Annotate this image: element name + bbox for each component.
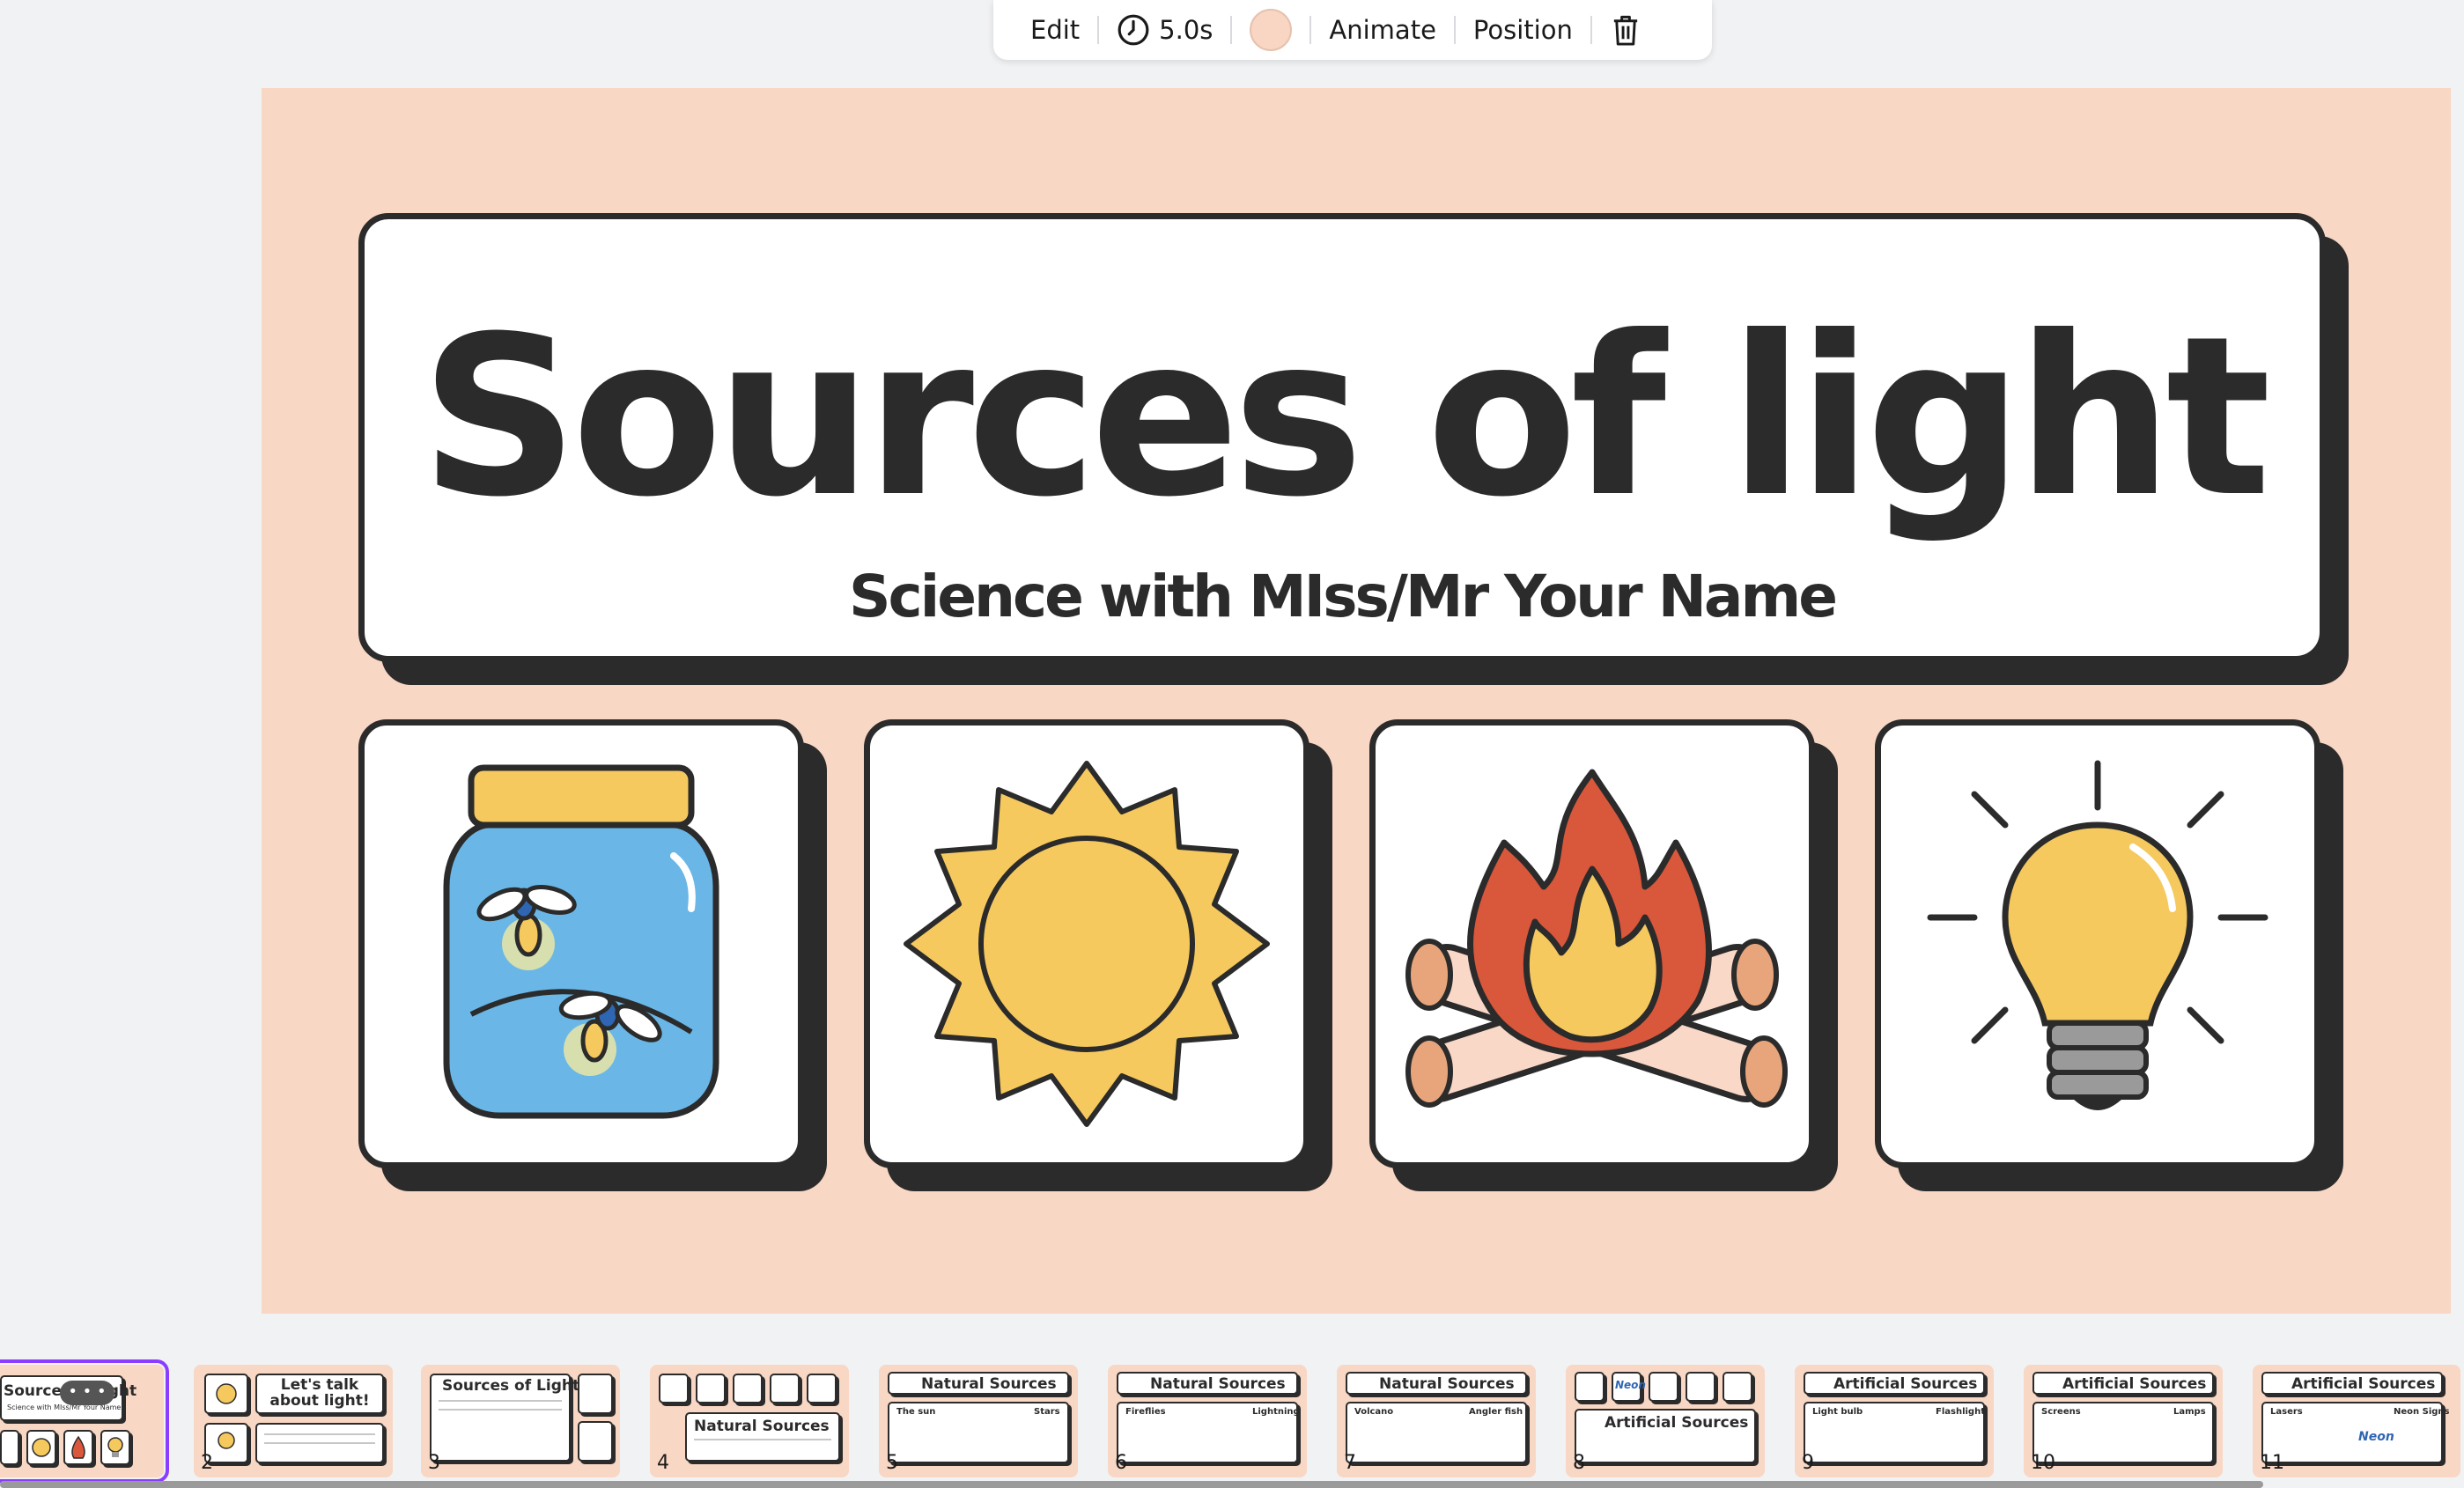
thumb-number: 6 bbox=[1115, 1452, 1127, 1474]
thumb-number: 9 bbox=[1802, 1452, 1814, 1474]
thumb-title: Let's talk about light! bbox=[269, 1376, 370, 1410]
thumb-neon-label: Neon bbox=[2358, 1430, 2394, 1444]
light-bulb-card[interactable] bbox=[1875, 719, 2320, 1168]
campfire-icon bbox=[1405, 769, 1788, 1108]
slide-thumbnail-9[interactable]: Artificial Sources Light bulb Flashlight… bbox=[1795, 1365, 1994, 1477]
thumb-title: Sources of Light bbox=[442, 1377, 580, 1395]
more-options-badge[interactable]: • • • bbox=[60, 1381, 114, 1405]
thumb-title: Natural Sources bbox=[921, 1375, 1057, 1393]
light-bulb-icon bbox=[1927, 760, 2269, 1110]
firefly-jar-icon bbox=[443, 764, 719, 1119]
thumb-title: Artificial Sources bbox=[1605, 1414, 1749, 1432]
background-color-button[interactable] bbox=[1232, 0, 1309, 60]
duration-button[interactable]: 5.0s bbox=[1099, 0, 1230, 60]
slide-title[interactable]: Sources of light bbox=[365, 307, 2320, 527]
sun-icon bbox=[32, 1438, 51, 1457]
thumb-label: Neon Signs bbox=[2394, 1407, 2450, 1417]
campfire-icon bbox=[71, 1435, 85, 1459]
thumb-title: Artificial Sources bbox=[2062, 1375, 2207, 1393]
campfire-card[interactable] bbox=[1369, 719, 1815, 1168]
thumb-number: 11 bbox=[2260, 1452, 2284, 1474]
thumb-label: Lightning bbox=[1252, 1407, 1300, 1417]
edit-label: Edit bbox=[1030, 15, 1081, 45]
slide-subtitle[interactable]: Science with MIss/Mr Your Name bbox=[365, 563, 2320, 630]
sun-card[interactable] bbox=[864, 719, 1309, 1168]
slide-thumbnail-11[interactable]: Artificial Sources Lasers Neon Signs Neo… bbox=[2253, 1365, 2460, 1477]
slide-thumbnail-3[interactable]: Sources of Light 3 bbox=[421, 1365, 620, 1477]
slide-thumbnail-7[interactable]: Natural Sources Volcano Angler fish 7 bbox=[1337, 1365, 1536, 1477]
thumb-number: 5 bbox=[886, 1452, 898, 1474]
trash-icon bbox=[1613, 15, 1637, 46]
thumb-label: Fireflies bbox=[1125, 1407, 1166, 1417]
color-swatch bbox=[1250, 9, 1293, 51]
thumb-label: Angler fish bbox=[1469, 1407, 1523, 1417]
filmstrip-scrollbar[interactable] bbox=[0, 1481, 2263, 1488]
thumb-title: Natural Sources bbox=[1150, 1375, 1286, 1393]
thumb-title: Artificial Sources bbox=[1833, 1375, 1978, 1393]
thumb-label: The sun bbox=[896, 1407, 936, 1417]
duration-label: 5.0s bbox=[1159, 15, 1214, 45]
thumb-label: Flashlight bbox=[1936, 1407, 1985, 1417]
thumb-number: 8 bbox=[1573, 1452, 1585, 1474]
firefly-jar-card[interactable] bbox=[358, 719, 804, 1168]
thumb-title: Natural Sources bbox=[1379, 1375, 1515, 1393]
thumb-number: 2 bbox=[201, 1452, 213, 1474]
light-bulb-icon bbox=[107, 1437, 123, 1457]
thumb-label: Light bulb bbox=[1812, 1407, 1863, 1417]
position-button[interactable]: Position bbox=[1456, 0, 1590, 60]
thumb-label: Stars bbox=[1034, 1407, 1060, 1417]
sun-icon bbox=[216, 1383, 237, 1404]
slide-thumbnail-10[interactable]: Artificial Sources Screens Lamps 10 bbox=[2024, 1365, 2223, 1477]
slide-thumbnail-4[interactable]: Natural Sources 4 bbox=[650, 1365, 849, 1477]
slide-thumbnail-1[interactable]: Sources of light Science with MIss/Mr Yo… bbox=[0, 1359, 169, 1483]
slide-thumbnail-2[interactable]: Let's talk about light! 2 bbox=[194, 1365, 393, 1477]
animate-button[interactable]: Animate bbox=[1311, 0, 1454, 60]
thumb-neon-label: Neon bbox=[1615, 1379, 1646, 1391]
slide-thumbnail-5[interactable]: Natural Sources The sun Stars 5 bbox=[879, 1365, 1078, 1477]
thumb-label: Lamps bbox=[2173, 1407, 2206, 1417]
thumb-number: 3 bbox=[428, 1452, 440, 1474]
edit-button[interactable]: Edit bbox=[1013, 0, 1097, 60]
title-card[interactable]: Sources of light Science with MIss/Mr Yo… bbox=[358, 213, 2326, 662]
thumb-label: Volcano bbox=[1354, 1407, 1394, 1417]
slide-thumbnail-8[interactable]: Neon Artificial Sources 8 bbox=[1566, 1365, 1765, 1477]
clock-icon bbox=[1118, 14, 1149, 46]
slide-canvas[interactable]: Sources of light Science with MIss/Mr Yo… bbox=[262, 88, 2451, 1314]
thumb-number: 10 bbox=[2031, 1452, 2055, 1474]
sun-icon bbox=[904, 761, 1270, 1127]
thumb-title: Natural Sources bbox=[694, 1418, 830, 1435]
thumb-number: 7 bbox=[1344, 1452, 1356, 1474]
thumb-label: Screens bbox=[2041, 1407, 2081, 1417]
thumb-title: Artificial Sources bbox=[2291, 1375, 2436, 1393]
thumb-label: Lasers bbox=[2270, 1407, 2303, 1417]
delete-button[interactable] bbox=[1592, 0, 1659, 60]
slide-thumbnail-6[interactable]: Natural Sources Fireflies Lightning 6 bbox=[1108, 1365, 1307, 1477]
position-label: Position bbox=[1472, 15, 1573, 45]
animate-label: Animate bbox=[1329, 15, 1436, 45]
slide-filmstrip: Sources of light Science with MIss/Mr Yo… bbox=[0, 1356, 2464, 1488]
thumb-number: 4 bbox=[657, 1452, 669, 1474]
element-toolbar: Edit 5.0s Animate Position bbox=[993, 0, 1712, 60]
